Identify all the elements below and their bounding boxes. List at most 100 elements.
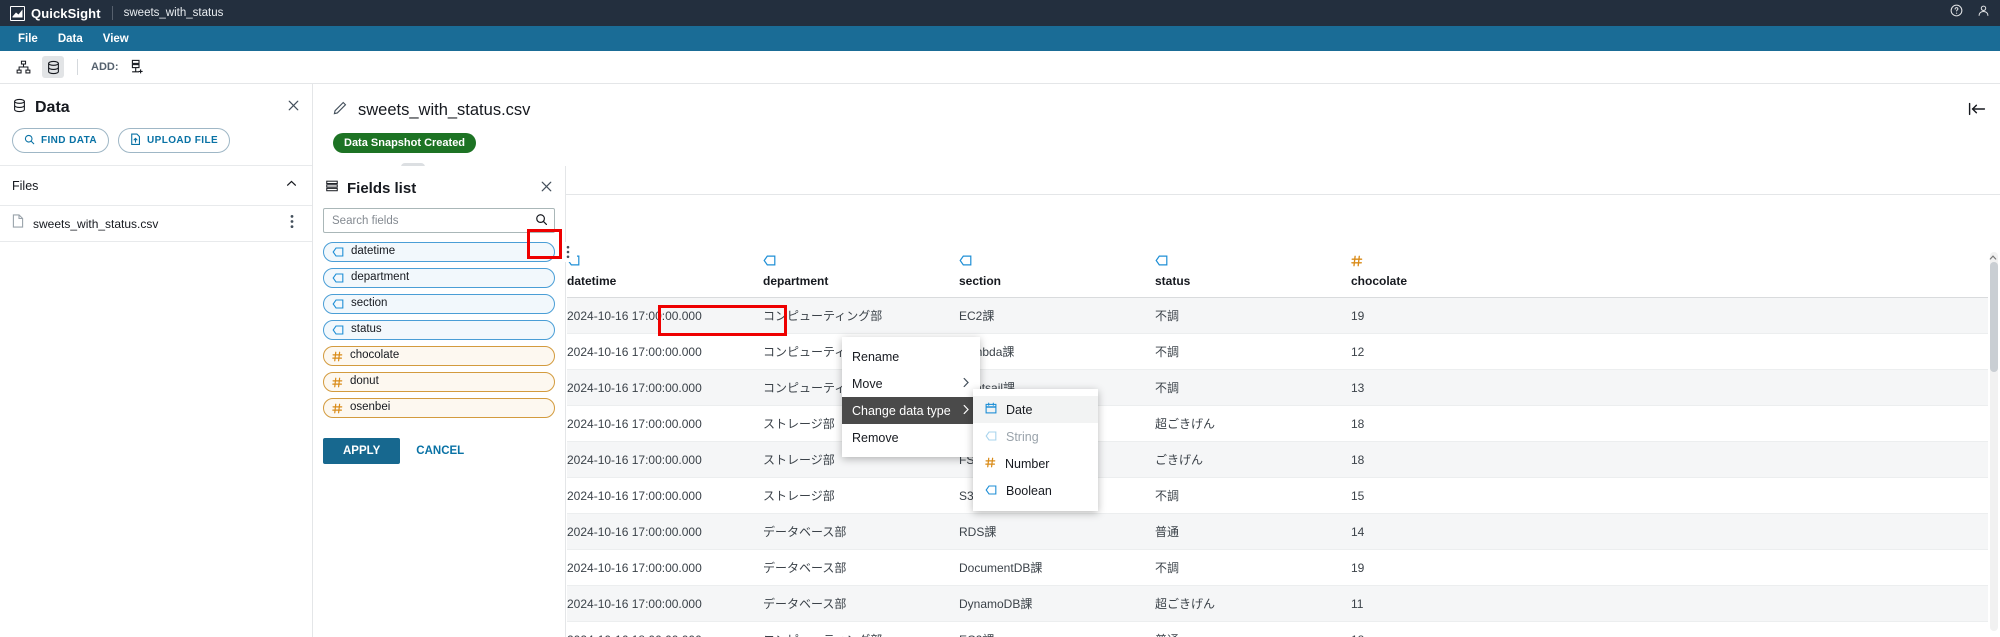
context-menu-item-change-data-type[interactable]: Change data type [842,397,980,424]
submenu-item-date[interactable]: Date [973,396,1098,423]
calendar-icon [985,402,997,417]
quicksight-logo[interactable]: QuickSight [10,5,101,21]
page-title: sweets_with_status.csv [358,100,531,119]
upload-file-label: UPLOAD FILE [147,135,219,146]
change-data-type-submenu: Date String Number Boolean [973,389,1098,511]
field-label: section [351,297,388,310]
column-label: datetime [567,274,617,288]
cancel-button[interactable]: CANCEL [416,445,464,457]
field-chip-status[interactable]: status [323,320,555,340]
column-header-chocolate[interactable]: chocolate [1351,250,1988,298]
menu-item-view[interactable]: View [93,30,139,48]
context-menu-item-rename[interactable]: Rename [842,343,980,370]
context-menu-label: Remove [852,430,899,445]
cell-chocolate: 19 [1351,549,1988,586]
cell-department: ストレージ部 [763,477,959,514]
table-row[interactable]: 2024-10-16 17:00:00.000ストレージ部S3課不調15 [567,477,1988,514]
column-header-section[interactable]: section [959,250,1155,298]
upload-file-button[interactable]: UPLOAD FILE [118,128,231,153]
dataset-header: sweets_with_status.csv [313,84,2000,120]
help-circle-icon[interactable] [1950,4,1963,22]
cell-chocolate: 18 [1351,405,1988,442]
quicksight-logo-icon [10,5,25,21]
user-account-icon[interactable] [1977,4,1990,22]
cell-datetime: 2024-10-16 17:00:00.000 [567,585,763,622]
apply-button[interactable]: APPLY [323,438,401,464]
context-menu-item-remove[interactable]: Remove [842,424,980,451]
string-type-icon [1155,254,1351,267]
database-icon[interactable] [42,56,64,78]
table-row[interactable]: 2024-10-16 17:00:00.000ストレージ部EFS課超ごきげん18 [567,405,1988,442]
search-input[interactable] [323,208,555,233]
file-name: sweets_with_status.csv [33,216,159,231]
submenu-label: Number [1005,456,1050,471]
list-item[interactable]: sweets_with_status.csv [0,206,312,241]
submenu-label: Boolean [1006,483,1052,498]
context-menu-label: Move [852,376,883,391]
table-row[interactable]: 2024-10-16 17:00:00.000ストレージ部FSx課ごきげん18 [567,441,1988,478]
field-label: osenbei [350,401,391,414]
pencil-icon[interactable] [333,100,348,120]
number-type-icon [1351,254,1988,267]
field-chip-datetime[interactable]: datetime [323,242,577,262]
field-chip-osenbei[interactable]: osenbei [323,398,555,418]
field-chip-donut[interactable]: donut [323,372,555,392]
add-label: ADD: [91,61,119,73]
field-chip-department[interactable]: department [323,268,555,288]
chevron-up-icon[interactable] [285,177,298,195]
close-icon[interactable] [287,99,300,117]
more-options-icon[interactable] [559,242,577,262]
field-label: datetime [351,245,396,258]
table-row[interactable]: 2024-10-16 18:00:00.000コンピューティング部EC2課普通1… [567,621,1988,637]
cell-status: 不調 [1155,477,1351,514]
table-row[interactable]: 2024-10-16 17:00:00.000 コンピューティング部 EC2課 不調 1… [567,297,1988,334]
table-row[interactable]: 2024-10-16 17:00:00.000 データベース部 DynamoDB課超… [567,585,1988,622]
cell-section: RDS課 [959,513,1155,550]
scrollbar-thumb[interactable] [1990,262,1998,372]
menu-item-data[interactable]: Data [48,30,93,48]
string-type-icon [332,247,344,257]
file-icon [12,214,24,233]
table-row[interactable]: 2024-10-16 17:00:00.000 コンピューティング部 Lambda課… [567,333,1988,370]
files-section-header[interactable]: Files [0,166,312,205]
close-icon[interactable] [540,180,553,198]
data-panel-title: Data [35,99,70,116]
cell-status: 不調 [1155,297,1351,334]
table-row[interactable]: 2024-10-16 17:00:00.000 データベース部 RDS課 普通 14 [567,513,1988,550]
topbar-divider [111,6,113,20]
table-row[interactable]: 2024-10-16 17:00:00.000 コンピューティング部 Lightsa… [567,369,1988,406]
menu-item-file[interactable]: File [8,30,48,48]
add-dataset-icon[interactable] [129,59,145,75]
dataset-toolbar [313,153,2000,194]
search-icon[interactable] [535,213,548,231]
find-data-button[interactable]: FIND DATA [12,128,109,153]
context-menu-item-move[interactable]: Move [842,370,980,397]
database-icon [12,98,27,118]
data-panel-actions: FIND DATA UPLOAD FILE [0,124,312,165]
field-chip-chocolate[interactable]: chocolate [323,346,555,366]
column-header-department[interactable]: department [763,250,959,298]
column-header-datetime[interactable]: datetime [567,250,763,298]
vertical-scrollbar[interactable] [1989,252,1998,631]
cell-department: コンピューティング部 [763,621,959,637]
sitemap-icon[interactable] [12,56,34,78]
more-options-icon[interactable] [290,214,294,234]
string-type-icon [959,254,1155,267]
cell-status: 不調 [1155,549,1351,586]
column-header-status[interactable]: status [1155,250,1351,298]
fields-list-title: Fields list [347,180,417,197]
cell-chocolate: 15 [1351,477,1988,514]
toolbar-divider [313,194,2000,195]
status-badge: Data Snapshot Created [333,133,477,153]
string-type-icon [763,254,959,267]
column-label: section [959,274,1002,288]
field-chip-section[interactable]: section [323,294,555,314]
cell-status: 不調 [1155,333,1351,370]
table-row[interactable]: 2024-10-16 17:00:00.000 データベース部 DocumentDB… [567,549,1988,586]
collapse-panel-icon[interactable] [1968,101,1986,122]
submenu-item-boolean[interactable]: Boolean [973,477,1098,504]
data-preview-table: datetime department section status choco… [567,250,1988,637]
cell-section: DocumentDB課 [959,549,1155,586]
submenu-item-number[interactable]: Number [973,450,1098,477]
application-top-bar: QuickSight sweets_with_status [0,0,2000,26]
